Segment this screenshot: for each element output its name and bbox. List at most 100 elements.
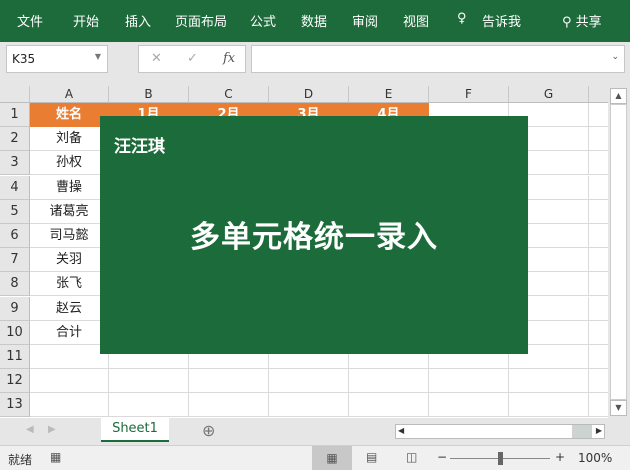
column-header-F[interactable]: F xyxy=(429,86,509,103)
scroll-down-icon[interactable]: ▼ xyxy=(610,400,627,416)
column-header-G[interactable]: G xyxy=(509,86,589,103)
name-box-value: K35 xyxy=(12,52,36,66)
header-cell[interactable]: 姓名 xyxy=(30,103,109,127)
cell[interactable] xyxy=(589,176,608,200)
tab-data[interactable]: 数据 xyxy=(301,11,327,30)
cell[interactable] xyxy=(589,224,608,248)
cell[interactable] xyxy=(589,103,608,127)
row-header-13[interactable]: 13 xyxy=(0,393,30,418)
tab-insert[interactable]: 插入 xyxy=(125,11,151,30)
cell[interactable] xyxy=(509,393,589,418)
formula-input[interactable]: ⌄ xyxy=(251,45,625,73)
row-header-11[interactable]: 11 xyxy=(0,345,30,369)
add-sheet-icon[interactable]: ⊕ xyxy=(202,421,215,440)
zoom-level[interactable]: 100% xyxy=(578,451,612,465)
tab-page-layout[interactable]: 页面布局 xyxy=(175,11,227,30)
zoom-slider-thumb[interactable] xyxy=(498,452,503,465)
cell[interactable] xyxy=(589,369,608,394)
column-header-D[interactable]: D xyxy=(269,86,349,103)
check-icon[interactable]: ✓ xyxy=(187,51,198,66)
row-header-10[interactable]: 10 xyxy=(0,320,30,345)
cell[interactable] xyxy=(589,297,608,321)
tab-home[interactable]: 开始 xyxy=(73,11,99,30)
column-header-partial[interactable] xyxy=(589,86,608,103)
horizontal-scrollbar[interactable]: ◀ ▶ xyxy=(395,424,605,439)
zoom-out-button[interactable]: − xyxy=(437,450,447,464)
row-header-1[interactable]: 1 xyxy=(0,103,30,127)
normal-view-icon[interactable]: ▦ xyxy=(312,446,352,470)
expand-icon[interactable]: ⌄ xyxy=(611,52,619,62)
name-cell[interactable]: 诸葛亮 xyxy=(30,199,109,224)
cell[interactable] xyxy=(30,393,109,418)
cell[interactable] xyxy=(589,272,608,297)
cell[interactable] xyxy=(269,369,349,394)
row-header-4[interactable]: 4 xyxy=(0,175,30,200)
cell[interactable] xyxy=(349,369,429,394)
zoom-in-button[interactable]: + xyxy=(555,450,565,464)
scroll-right-icon[interactable]: ▶ xyxy=(596,426,602,435)
name-cell[interactable]: 赵云 xyxy=(30,296,109,321)
cell[interactable] xyxy=(189,393,269,418)
name-cell[interactable]: 关羽 xyxy=(30,248,109,273)
cell[interactable] xyxy=(589,393,608,418)
column-header-B[interactable]: B xyxy=(109,86,189,103)
cell[interactable] xyxy=(109,369,189,394)
cell[interactable] xyxy=(30,369,109,394)
row-header-9[interactable]: 9 xyxy=(0,296,30,321)
cell[interactable] xyxy=(269,393,349,418)
tell-me[interactable]: 告诉我 xyxy=(482,11,521,30)
cell[interactable] xyxy=(509,369,589,394)
cell[interactable] xyxy=(30,345,109,369)
tab-formulas[interactable]: 公式 xyxy=(250,11,276,30)
page-break-view-icon[interactable]: ◫ xyxy=(406,450,417,464)
row-header-2[interactable]: 2 xyxy=(0,127,30,152)
select-all[interactable] xyxy=(0,86,30,103)
next-sheet-icon[interactable]: ▶ xyxy=(48,424,56,435)
name-cell[interactable]: 刘备 xyxy=(30,127,109,152)
row-header-7[interactable]: 7 xyxy=(0,248,30,273)
scroll-left-icon[interactable]: ◀ xyxy=(398,426,404,435)
cell[interactable] xyxy=(349,393,429,418)
cell[interactable] xyxy=(109,393,189,418)
name-cell[interactable]: 张飞 xyxy=(30,272,109,297)
share-button[interactable]: ⚲ 共享 xyxy=(562,11,602,30)
cell[interactable] xyxy=(429,393,509,418)
vertical-scroll-thumb[interactable] xyxy=(610,104,627,400)
fx-icon[interactable]: fx xyxy=(223,51,235,66)
cell[interactable] xyxy=(589,200,608,224)
cell[interactable] xyxy=(589,151,608,176)
name-box[interactable]: K35 ▼ xyxy=(6,45,108,73)
sheet-tab-sheet1[interactable]: Sheet1 xyxy=(101,418,169,442)
page-layout-view-icon[interactable]: ▤ xyxy=(366,450,377,464)
vertical-scrollbar[interactable]: ▲ ▼ xyxy=(608,86,630,418)
lightbulb-icon[interactable]: ♀ xyxy=(457,11,467,26)
name-cell[interactable]: 曹操 xyxy=(30,175,109,200)
tab-file[interactable]: 文件 xyxy=(17,11,43,30)
row-header-8[interactable]: 8 xyxy=(0,272,30,297)
column-header-E[interactable]: E xyxy=(349,86,429,103)
tab-view[interactable]: 视图 xyxy=(403,11,429,30)
column-header-A[interactable]: A xyxy=(30,86,109,103)
cell[interactable] xyxy=(589,345,608,369)
row-header-6[interactable]: 6 xyxy=(0,224,30,248)
cell[interactable] xyxy=(429,369,509,394)
chevron-down-icon[interactable]: ▼ xyxy=(95,52,101,61)
cell[interactable] xyxy=(589,127,608,152)
row-header-5[interactable]: 5 xyxy=(0,199,30,224)
macro-record-icon[interactable]: ▦ xyxy=(50,450,61,464)
name-cell[interactable]: 司马懿 xyxy=(30,224,109,248)
cell[interactable] xyxy=(189,369,269,394)
name-cell[interactable]: 合计 xyxy=(30,320,109,345)
prev-sheet-icon[interactable]: ◀ xyxy=(26,424,34,435)
horizontal-scroll-track[interactable] xyxy=(572,425,592,438)
row-header-3[interactable]: 3 xyxy=(0,151,30,176)
status-bar: 就绪 ▦ ▦ ▤ ◫ − + 100% xyxy=(0,445,630,470)
name-cell[interactable]: 孙权 xyxy=(30,151,109,176)
tab-review[interactable]: 审阅 xyxy=(352,11,378,30)
row-header-12[interactable]: 12 xyxy=(0,369,30,394)
cell[interactable] xyxy=(589,321,608,345)
cell[interactable] xyxy=(589,248,608,273)
column-header-C[interactable]: C xyxy=(189,86,269,103)
cancel-icon[interactable]: ✕ xyxy=(151,51,162,66)
scroll-up-icon[interactable]: ▲ xyxy=(610,88,627,104)
